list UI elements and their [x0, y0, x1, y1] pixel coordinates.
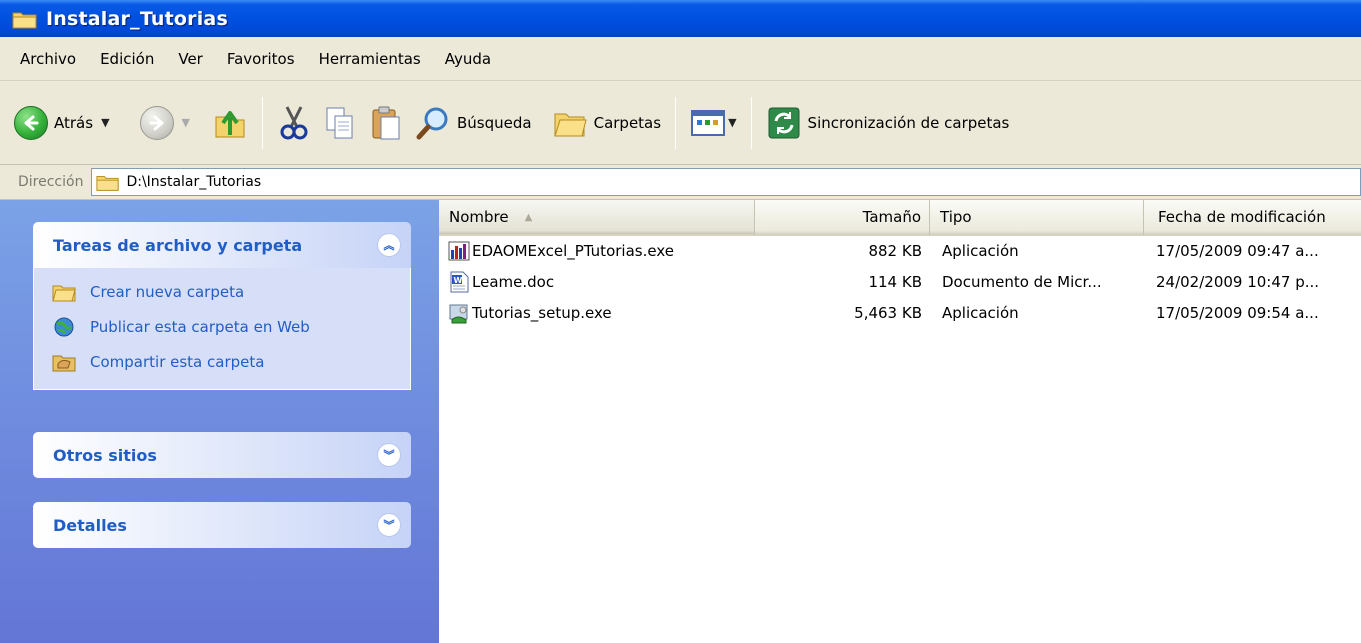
forward-dropdown-icon[interactable]: ▼: [182, 116, 190, 129]
file-modified: 17/05/2009 09:47 a...: [1156, 242, 1319, 260]
title-bar: Instalar_Tutorias: [0, 0, 1361, 37]
file-name: EDAOMExcel_PTutorias.exe: [472, 242, 674, 260]
new-folder-icon: [52, 285, 76, 301]
toolbar: Atrás ▼ ▼ Búsqueda Carpetas ▼ Sincroniza…: [0, 81, 1361, 165]
back-button[interactable]: Atrás ▼: [8, 99, 116, 147]
back-arrow-icon: [14, 105, 48, 140]
views-dropdown-icon[interactable]: ▼: [728, 116, 736, 129]
toolbar-separator: [262, 96, 263, 149]
task-publish-web-label: Publicar esta carpeta en Web: [90, 317, 310, 336]
menu-herramientas[interactable]: Herramientas: [307, 50, 433, 68]
folders-button[interactable]: Carpetas: [546, 99, 667, 147]
expand-chevron-icon[interactable]: ︾: [377, 443, 401, 467]
views-button[interactable]: ▼: [684, 99, 742, 147]
share-folder-icon: [52, 355, 76, 371]
file-size: 114 KB: [868, 273, 922, 291]
sort-ascending-icon: ▲: [524, 211, 533, 223]
toolbar-separator: [675, 96, 677, 149]
folder-icon: [96, 176, 120, 191]
other-places-group: Otros sitios ︾: [33, 432, 411, 478]
setup-icon: [449, 304, 468, 324]
column-size-label: Tamaño: [862, 208, 921, 226]
column-modified-label: Fecha de modificación: [1158, 208, 1326, 226]
forward-button[interactable]: ▼: [134, 99, 196, 147]
toolbar-separator: [750, 96, 752, 149]
scissors-icon: [280, 105, 308, 139]
address-value: D:\Instalar_Tutorias: [126, 174, 262, 190]
task-new-folder[interactable]: Crear nueva carpeta: [52, 274, 410, 309]
file-type: Documento de Micr...: [942, 273, 1102, 291]
back-label: Atrás: [54, 113, 94, 132]
globe-icon: [54, 317, 74, 336]
expand-chevron-icon[interactable]: ︾: [377, 513, 401, 537]
file-modified: 24/02/2009 10:47 p...: [1156, 273, 1320, 291]
copy-button[interactable]: [317, 99, 363, 147]
file-tasks-group: Tareas de archivo y carpeta ︽ Crear nuev…: [33, 222, 411, 390]
task-pane: Tareas de archivo y carpeta ︽ Crear nuev…: [0, 200, 439, 643]
file-tasks-header[interactable]: Tareas de archivo y carpeta ︽: [33, 222, 411, 268]
paste-button[interactable]: [363, 99, 409, 147]
column-header-size[interactable]: Tamaño: [755, 200, 930, 236]
back-dropdown-icon[interactable]: ▼: [101, 116, 109, 129]
other-places-header[interactable]: Otros sitios ︾: [33, 432, 411, 478]
paste-icon: [372, 106, 400, 139]
file-type: Aplicación: [942, 304, 1019, 322]
cut-button[interactable]: [271, 99, 317, 147]
collapse-chevron-icon[interactable]: ︽: [377, 233, 401, 257]
menu-ver[interactable]: Ver: [166, 50, 215, 68]
search-label: Búsqueda: [457, 113, 532, 132]
file-name: Tutorias_setup.exe: [472, 304, 612, 322]
file-tasks-title: Tareas de archivo y carpeta: [53, 235, 303, 255]
column-name-label: Nombre: [449, 208, 509, 226]
address-label: Dirección: [18, 174, 84, 190]
word-doc-icon: W: [450, 271, 469, 293]
menu-bar: Archivo Edición Ver Favoritos Herramient…: [0, 37, 1361, 81]
address-bar: Dirección D:\Instalar_Tutorias: [0, 165, 1361, 200]
window-title: Instalar_Tutorias: [46, 7, 228, 30]
column-header-modified[interactable]: Fecha de modificación: [1144, 200, 1361, 236]
file-tasks-body: Crear nueva carpeta Publicar esta carpet…: [33, 268, 411, 390]
details-header[interactable]: Detalles ︾: [33, 502, 411, 548]
details-group: Detalles ︾: [33, 502, 411, 548]
column-type-label: Tipo: [940, 208, 972, 226]
menu-archivo[interactable]: Archivo: [8, 50, 88, 68]
task-new-folder-label: Crear nueva carpeta: [90, 282, 245, 301]
file-modified: 17/05/2009 09:54 a...: [1156, 304, 1319, 322]
copy-icon: [326, 107, 353, 138]
sync-icon: [768, 107, 800, 138]
task-share-folder[interactable]: Compartir esta carpeta: [52, 344, 410, 379]
table-row[interactable]: Tutorias_setup.exe 5,463 KB Aplicación 1…: [439, 300, 1361, 326]
menu-favoritos[interactable]: Favoritos: [215, 50, 307, 68]
address-input[interactable]: D:\Instalar_Tutorias: [91, 168, 1361, 196]
column-header-type[interactable]: Tipo: [930, 200, 1144, 236]
table-row[interactable]: EDAOMExcel_PTutorias.exe 882 KB Aplicaci…: [439, 238, 1361, 264]
menu-ayuda[interactable]: Ayuda: [433, 50, 503, 68]
file-list: Nombre ▲ Tamaño Tipo Fecha de modificaci…: [439, 200, 1361, 643]
table-row[interactable]: W Leame.doc 114 KB Documento de Micr... …: [439, 269, 1361, 295]
other-places-title: Otros sitios: [53, 445, 157, 465]
file-size: 5,463 KB: [854, 304, 922, 322]
folders-icon: [553, 113, 587, 136]
menu-edicion[interactable]: Edición: [88, 50, 166, 68]
views-icon: [691, 109, 726, 136]
exe-app-icon: [448, 241, 470, 261]
forward-arrow-icon: [139, 105, 174, 140]
up-folder-button[interactable]: [206, 99, 254, 147]
column-header-name[interactable]: Nombre ▲: [439, 200, 755, 236]
up-folder-icon: [215, 110, 245, 137]
folders-label: Carpetas: [593, 113, 662, 132]
task-publish-web[interactable]: Publicar esta carpeta en Web: [52, 309, 410, 344]
file-name: Leame.doc: [472, 273, 555, 291]
file-type: Aplicación: [942, 242, 1019, 260]
svg-text:W: W: [454, 276, 463, 285]
sync-label: Sincronización de carpetas: [807, 113, 1010, 132]
details-title: Detalles: [53, 515, 127, 535]
file-size: 882 KB: [868, 242, 922, 260]
task-share-folder-label: Compartir esta carpeta: [90, 352, 265, 371]
search-button[interactable]: Búsqueda: [409, 99, 538, 147]
sync-button[interactable]: Sincronización de carpetas: [760, 99, 1016, 147]
folder-icon: [12, 12, 37, 28]
search-icon: [416, 107, 448, 139]
